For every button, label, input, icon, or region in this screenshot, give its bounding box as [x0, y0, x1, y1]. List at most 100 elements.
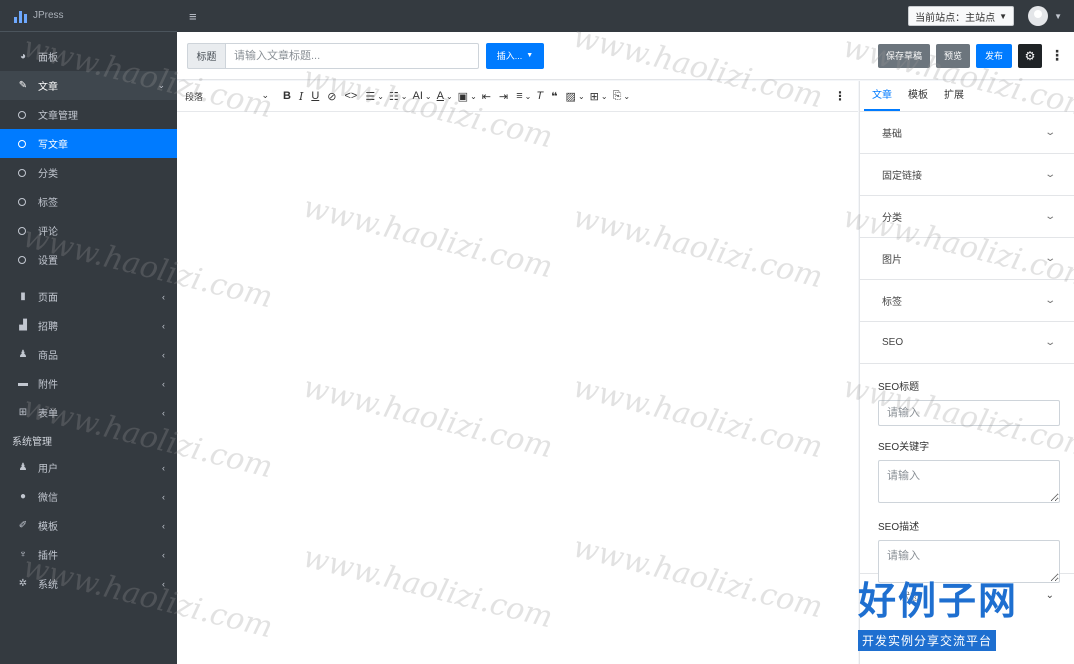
more-vertical-icon[interactable]: ⋮ — [834, 89, 846, 103]
paragraph-select[interactable]: 段落 ⌄ — [185, 90, 269, 103]
preview-button[interactable]: 预览 — [935, 43, 970, 68]
sidebar-item-article[interactable]: ✎ 文章 ⌄ — [0, 71, 177, 100]
chevron-down-icon[interactable]: ⌄ — [525, 92, 532, 101]
more-vertical-icon[interactable]: ⋮ — [1050, 47, 1064, 64]
sidebar-subitem-settings[interactable]: 设置 — [0, 245, 177, 274]
bullet-list-icon[interactable]: ☰ — [365, 90, 375, 103]
quote-icon[interactable]: ❝ — [551, 90, 557, 103]
chevron-down-icon[interactable]: ⌄ — [425, 92, 432, 101]
chevron-down-icon[interactable]: ⌄ — [446, 92, 453, 101]
chevron-down-icon[interactable]: ⌄ — [401, 92, 408, 101]
sidebar-subitem-tag[interactable]: 标签 — [0, 187, 177, 216]
chevron-left-icon: ‹ — [162, 549, 165, 560]
circle-icon — [18, 226, 26, 235]
chevron-down-icon[interactable]: ⌄ — [601, 92, 608, 101]
underline-icon[interactable]: U — [311, 90, 319, 102]
sidebar-item-plugins[interactable]: ♆ 插件 ‹ — [0, 540, 177, 569]
app-root: JPress ◕ 面板 ✎ 文章 ⌄ 文章管理 写文章 分类 标签 评论 设置 … — [0, 0, 1074, 664]
accordion-image[interactable]: 图片 ⌄ — [860, 238, 1074, 280]
sidebar-item-page[interactable]: ▮ 页面 ‹ — [0, 282, 177, 311]
code-icon[interactable]: <> — [344, 90, 357, 102]
chevron-down-icon[interactable]: ⌄ — [377, 92, 384, 101]
sidebar-subitem-article-manage[interactable]: 文章管理 — [0, 100, 177, 129]
edit-icon: ✎ — [18, 80, 28, 91]
outdent-icon[interactable]: ⇤ — [482, 90, 491, 103]
right-panel-tabs: 文章 模板 扩展 — [860, 81, 1074, 112]
title-input[interactable] — [225, 42, 479, 69]
link-icon[interactable]: ⊘ — [327, 90, 336, 103]
chart-icon: ▟ — [19, 320, 27, 331]
file-icon: ▮ — [20, 291, 26, 302]
tab-extension[interactable]: 扩展 — [936, 86, 972, 111]
insert-button-label: 插入... — [496, 51, 523, 61]
sidebar-item-label: 招聘 — [38, 322, 58, 333]
numbered-list-icon[interactable]: ☷ — [389, 90, 399, 103]
sidebar-item-templates[interactable]: ✐ 模板 ‹ — [0, 511, 177, 540]
sidebar-item-products[interactable]: ♟ 商品 ‹ — [0, 340, 177, 369]
sidebar-subitem-category[interactable]: 分类 — [0, 158, 177, 187]
table-icon[interactable]: ⊞ — [590, 90, 599, 103]
seo-title-input[interactable] — [878, 400, 1060, 426]
clear-format-icon[interactable]: T — [536, 90, 543, 102]
sidebar-item-wechat[interactable]: ● 微信 ‹ — [0, 482, 177, 511]
sidebar-item-label: 模板 — [38, 522, 58, 533]
italic-icon[interactable]: I — [299, 90, 303, 103]
publish-button[interactable]: 发布 — [975, 43, 1012, 68]
sidebar-item-forms[interactable]: ⊞ 表单 ‹ — [0, 398, 177, 427]
accordion-seo[interactable]: SEO ⌄ — [860, 322, 1074, 364]
code-block-icon[interactable]: ⎘ — [613, 90, 622, 103]
seo-keywords-textarea[interactable] — [878, 460, 1060, 503]
chevron-down-icon[interactable]: ⌄ — [470, 92, 477, 101]
sidebar-item-label: 用户 — [38, 464, 58, 475]
tab-article[interactable]: 文章 — [864, 86, 900, 111]
sidebar-item-users[interactable]: ♟ 用户 ‹ — [0, 453, 177, 482]
brand-text: JPress — [33, 10, 64, 21]
sidebar-subitem-write-article[interactable]: 写文章 — [0, 129, 177, 158]
article-submenu: 文章管理 写文章 分类 标签 评论 设置 — [0, 100, 177, 274]
editor-content-area[interactable] — [177, 112, 858, 662]
chevron-down-icon: ⌄ — [1043, 211, 1056, 222]
font-size-icon[interactable]: AI — [413, 90, 423, 102]
insert-button[interactable]: 插入... ▼ — [486, 42, 544, 69]
chevron-down-icon: ⌄ — [1043, 127, 1056, 138]
site-selector[interactable]: 当前站点：主站点 ▼ — [908, 6, 1015, 26]
gear-icon: ✲ — [18, 578, 28, 589]
menu-toggle-icon[interactable]: ≡ — [189, 9, 197, 24]
avatar[interactable] — [1028, 6, 1049, 26]
sidebar-item-label: 附件 — [38, 380, 58, 391]
align-icon[interactable]: ≡ — [516, 90, 522, 102]
accordion-permalink[interactable]: 固定链接 ⌄ — [860, 154, 1074, 196]
title-label: 标题 — [187, 42, 225, 69]
chevron-down-icon: ⌄ — [1043, 295, 1056, 306]
chevron-down-icon: ⌄ — [157, 80, 165, 90]
accordion-tag[interactable]: 标签 ⌄ — [860, 280, 1074, 322]
sidebar-item-system[interactable]: ✲ 系统 ‹ — [0, 569, 177, 598]
sidebar-item-label: 评论 — [38, 227, 58, 238]
bold-icon[interactable]: B — [283, 90, 291, 102]
image-icon[interactable]: ▨ — [566, 90, 576, 103]
sidebar-item-attachments[interactable]: ▬ 附件 ‹ — [0, 369, 177, 398]
chevron-down-icon[interactable]: ⌄ — [623, 92, 630, 101]
sidebar-subitem-comment[interactable]: 评论 — [0, 216, 177, 245]
circle-icon — [18, 110, 26, 119]
caret-down-icon[interactable]: ▼ — [1054, 12, 1062, 21]
sidebar-item-jobs[interactable]: ▟ 招聘 ‹ — [0, 311, 177, 340]
accordion-label: 固定链接 — [882, 171, 922, 182]
brand[interactable]: JPress — [0, 0, 177, 32]
seo-description-textarea[interactable] — [878, 540, 1060, 583]
chevron-down-icon: ⌄ — [261, 89, 269, 100]
accordion-category[interactable]: 分类 ⌄ — [860, 196, 1074, 238]
settings-gear-button[interactable]: ⚙ — [1018, 43, 1042, 68]
chevron-down-icon: ⌄ — [1043, 337, 1056, 348]
font-color-icon[interactable]: A — [437, 90, 444, 102]
tab-template[interactable]: 模板 — [900, 86, 936, 111]
indent-icon[interactable]: ⇥ — [499, 90, 508, 103]
accordion-label: 分类 — [882, 213, 902, 224]
save-draft-button[interactable]: 保存草稿 — [877, 43, 930, 68]
sidebar-item-dashboard[interactable]: ◕ 面板 — [0, 42, 177, 71]
accordion-label: 图片 — [882, 255, 902, 266]
sidebar-item-label: 标签 — [38, 198, 58, 209]
chevron-down-icon[interactable]: ⌄ — [578, 92, 585, 101]
accordion-basic[interactable]: 基础 ⌄ — [860, 112, 1074, 154]
highlight-icon[interactable]: ▣ — [458, 90, 468, 103]
